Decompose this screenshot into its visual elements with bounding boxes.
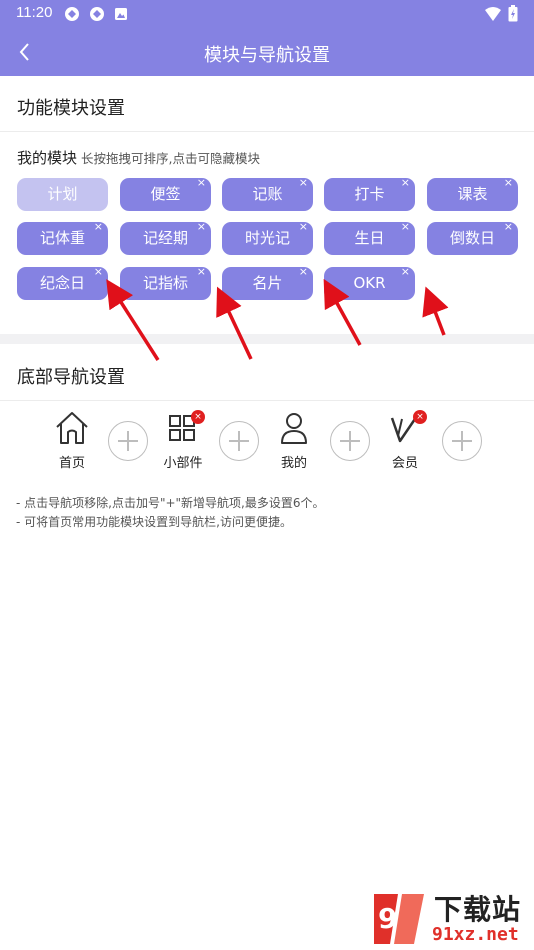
title-bar: 模块与导航设置 [0, 28, 534, 76]
battery-icon [508, 5, 518, 26]
remove-icon[interactable]: × [197, 176, 206, 190]
remove-icon[interactable]: × [401, 176, 410, 190]
module-chip-label: 倒数日 [449, 229, 495, 247]
status-bar: 11:20 [0, 0, 534, 28]
remove-badge-icon[interactable]: × [191, 410, 205, 424]
module-chip[interactable]: 纪念日 × [17, 265, 108, 300]
annotation-arrow [422, 286, 449, 336]
grid-icon: × [163, 410, 205, 446]
module-chip[interactable]: 便签 × [120, 176, 211, 211]
remove-icon[interactable]: × [401, 265, 410, 279]
remove-icon[interactable]: × [504, 220, 513, 234]
remove-icon[interactable]: × [299, 220, 308, 234]
module-chip[interactable]: 生日 × [324, 220, 415, 255]
module-chip-label: 便签 [150, 185, 181, 203]
add-nav-button[interactable] [330, 421, 370, 461]
module-chip[interactable]: 记经期 × [120, 220, 211, 255]
home-icon [52, 410, 92, 446]
photo-icon [114, 6, 130, 22]
my-modules-header: 我的模块 长按拖拽可排序,点击可隐藏模块 [17, 147, 260, 168]
wifi-icon [484, 6, 502, 26]
divider [0, 400, 534, 401]
my-modules-label: 我的模块 [17, 149, 78, 167]
module-chip-label: 课表 [457, 185, 488, 203]
nav-section-title: 底部导航设置 [17, 367, 125, 388]
module-chip-label: 时光记 [244, 229, 290, 247]
remove-icon[interactable]: × [197, 265, 206, 279]
add-nav-button[interactable] [108, 421, 148, 461]
my-modules-hint: 长按拖拽可排序,点击可隐藏模块 [81, 151, 260, 166]
module-chip[interactable]: 记指标 × [120, 265, 211, 300]
module-chip[interactable]: 记体重 × [17, 220, 108, 255]
section-gap [0, 334, 534, 344]
remove-icon[interactable]: × [94, 265, 103, 279]
module-chip[interactable]: 计划 [17, 178, 108, 211]
module-chip[interactable]: 倒数日 × [427, 220, 518, 255]
status-right-icons [484, 5, 518, 26]
module-chip-label: OKR [353, 274, 386, 292]
bottom-nav-editor: 首页 × 小部件 我的 × 会员 [0, 406, 534, 476]
module-chip[interactable]: 课表 × [427, 176, 518, 211]
nav-note: - 点击导航项移除,点击加号"+"新增导航项,最多设置6个。 [16, 496, 325, 510]
modules-section-title: 功能模块设置 [17, 98, 125, 119]
module-chip-label: 记经期 [142, 229, 188, 247]
remove-icon[interactable]: × [401, 220, 410, 234]
remove-icon[interactable]: × [94, 220, 103, 234]
nav-item-label: 小部件 [163, 456, 203, 471]
nav-item-profile[interactable]: 我的 [264, 410, 324, 471]
watermark-title: 下载站 [434, 893, 522, 926]
remove-icon[interactable]: × [299, 265, 308, 279]
remove-badge-icon[interactable]: × [413, 410, 427, 424]
add-nav-button[interactable] [442, 421, 482, 461]
module-chip-label: 生日 [354, 229, 385, 247]
user-icon [274, 410, 314, 446]
status-notification-icons [64, 6, 130, 22]
module-chip-label: 名片 [252, 274, 283, 292]
module-chip[interactable]: 记账 × [222, 176, 313, 211]
vip-icon: × [385, 410, 427, 446]
module-chip[interactable]: 名片 × [222, 265, 313, 300]
svg-text:9: 9 [378, 902, 397, 935]
nav-item-widgets[interactable]: × 小部件 [153, 410, 213, 471]
add-nav-button[interactable] [219, 421, 259, 461]
remove-icon[interactable]: × [299, 176, 308, 190]
module-chip-label: 记指标 [142, 274, 188, 292]
module-chip-label: 记体重 [39, 229, 85, 247]
nav-note: - 可将首页常用功能模块设置到导航栏,访问更便捷。 [16, 515, 292, 529]
remove-icon[interactable]: × [504, 176, 513, 190]
watermark-url: 91xz.net [432, 924, 519, 945]
module-chip-label: 计划 [47, 185, 78, 203]
nav-item-vip[interactable]: × 会员 [375, 410, 435, 471]
nav-item-label: 我的 [280, 456, 307, 471]
module-chip-label: 记账 [252, 185, 283, 203]
module-chip[interactable]: 时光记 × [222, 220, 313, 255]
watermark-logo: 9 [368, 888, 428, 950]
nav-item-home[interactable]: 首页 [42, 410, 102, 471]
sync-icon [89, 6, 105, 22]
annotation-arrow [216, 286, 253, 360]
divider [0, 131, 534, 132]
module-chip[interactable]: OKR × [324, 265, 415, 300]
nav-notes: - 点击导航项移除,点击加号"+"新增导航项,最多设置6个。 - 可将首页常用功… [16, 494, 325, 532]
nav-item-label: 首页 [58, 456, 85, 471]
nav-item-label: 会员 [391, 456, 418, 471]
remove-icon[interactable]: × [197, 220, 206, 234]
sync-icon [64, 6, 80, 22]
module-chip-label: 纪念日 [39, 274, 85, 292]
module-chip-label: 打卡 [354, 185, 385, 203]
page-title: 模块与导航设置 [204, 45, 330, 66]
status-time: 11:20 [16, 4, 53, 21]
module-chip[interactable]: 打卡 × [324, 176, 415, 211]
watermark: 9 下载站 91xz.net [368, 888, 534, 950]
